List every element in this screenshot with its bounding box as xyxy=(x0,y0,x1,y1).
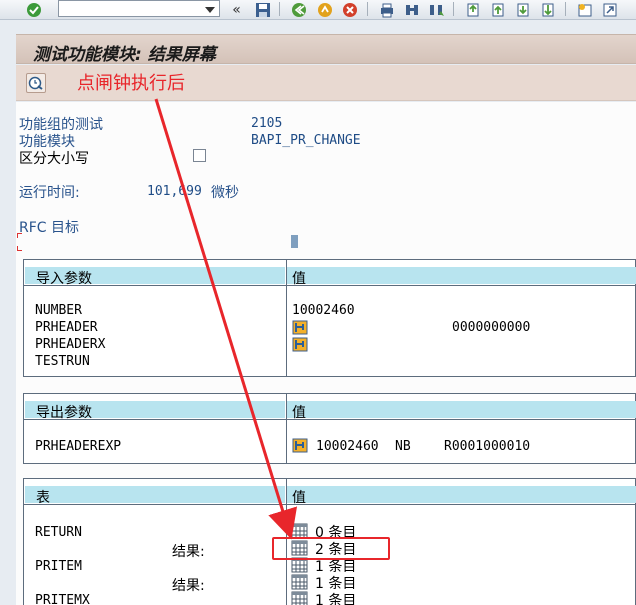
annotation-arrow xyxy=(154,98,298,540)
